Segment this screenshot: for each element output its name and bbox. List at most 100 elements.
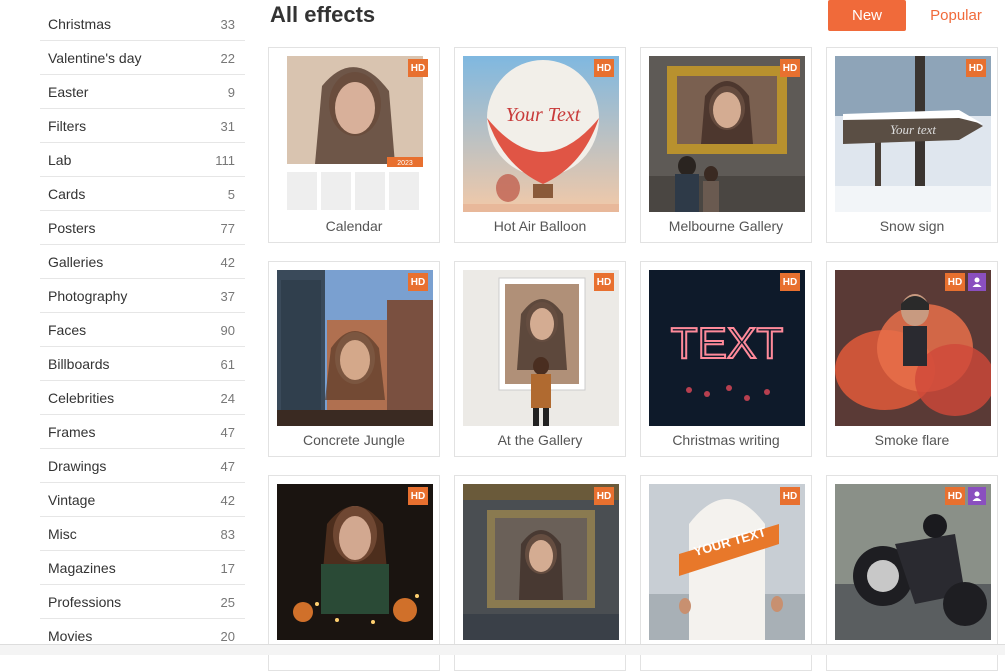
category-item[interactable]: Filters 31 [40, 110, 245, 143]
category-label: Christmas [48, 16, 112, 32]
sort-popular-button[interactable]: Popular [918, 0, 994, 31]
effect-thumbnail [835, 484, 991, 640]
category-label: Vintage [48, 492, 96, 508]
category-count: 77 [220, 220, 235, 236]
category-label: Valentine's day [48, 50, 142, 66]
balloon-text: Your Text [506, 104, 581, 126]
category-label: Easter [48, 84, 89, 100]
category-count: 47 [220, 458, 235, 474]
category-item[interactable]: Easter 9 [40, 76, 245, 109]
category-count: 42 [220, 492, 235, 508]
bottom-scroll-edge [0, 644, 1005, 655]
effect-card-calendar[interactable]: 2023 HD Calendar [268, 47, 440, 243]
category-item[interactable]: Frames 47 [40, 416, 245, 449]
hd-badge: HD [594, 59, 614, 77]
category-count: 83 [220, 526, 235, 542]
effect-thumbnail [463, 484, 619, 640]
user-icon [968, 487, 986, 505]
effect-label: Snow sign [879, 218, 945, 234]
category-item[interactable]: Magazines 17 [40, 552, 245, 585]
hd-badge: HD [945, 487, 965, 505]
effect-thumbnail: Your text [835, 56, 991, 212]
category-item[interactable]: Celebrities 24 [40, 382, 245, 415]
category-label: Drawings [48, 458, 107, 474]
category-label: Posters [48, 220, 96, 236]
effect-card-smoke-flare[interactable]: HD Smoke flare [826, 261, 998, 457]
effect-thumbnail: YOUR TEXT [649, 484, 805, 640]
effect-card-museum-frame[interactable]: HD [454, 475, 626, 671]
category-item[interactable]: Misc 83 [40, 518, 245, 551]
category-count: 31 [220, 118, 235, 134]
category-item[interactable]: Faces 90 [40, 314, 245, 347]
effect-label: Melbourne Gallery [668, 218, 784, 234]
hd-badge: HD [594, 273, 614, 291]
category-item[interactable]: Vintage 42 [40, 484, 245, 517]
category-label: Galleries [48, 254, 104, 270]
category-label: Celebrities [48, 390, 115, 406]
hd-badge: HD [408, 487, 428, 505]
category-item[interactable]: Drawings 47 [40, 450, 245, 483]
effect-card-at-the-gallery[interactable]: HD At the Gallery [454, 261, 626, 457]
user-icon [968, 273, 986, 291]
category-item[interactable]: Professions 25 [40, 586, 245, 619]
effect-card-hot-air-balloon[interactable]: Your Text HD Hot Air Balloon [454, 47, 626, 243]
effect-thumbnail: TEXT [649, 270, 805, 426]
calendar-year-text: 2023 [397, 160, 413, 167]
category-label: Cards [48, 186, 86, 202]
effect-card-melbourne-gallery[interactable]: HD Melbourne Gallery [640, 47, 812, 243]
effect-thumbnail [649, 56, 805, 212]
effect-card-snow-sign[interactable]: Your text HD Snow sign [826, 47, 998, 243]
effect-label: Concrete Jungle [303, 432, 405, 448]
category-label: Frames [48, 424, 96, 440]
category-label: Misc [48, 526, 77, 542]
category-count: 37 [220, 288, 235, 304]
effect-label: Calendar [325, 218, 383, 234]
effect-thumbnail [835, 270, 991, 426]
effect-card-concrete-jungle[interactable]: HD Concrete Jungle [268, 261, 440, 457]
category-label: Professions [48, 594, 122, 610]
effect-card-candles[interactable]: HD [268, 475, 440, 671]
category-count: 17 [220, 560, 235, 576]
category-sidebar: Christmas 33 Valentine's day 22 Easter 9 Filte… [40, 8, 245, 654]
effect-card-surfboard[interactable]: YOUR TEXT HD [640, 475, 812, 671]
category-count: 90 [220, 322, 235, 338]
category-count: 20 [220, 628, 235, 644]
category-item[interactable]: Christmas 33 [40, 8, 245, 41]
sign-text: Your text [890, 122, 936, 137]
category-item[interactable]: Galleries 42 [40, 246, 245, 279]
category-item[interactable]: Cards 5 [40, 178, 245, 211]
effect-thumbnail [463, 270, 619, 426]
effect-thumbnail: Your Text [463, 56, 619, 212]
page-title: All effects [270, 2, 376, 27]
sort-new-button[interactable]: New [828, 0, 906, 31]
effect-thumbnail [277, 484, 433, 640]
category-label: Faces [48, 322, 87, 338]
category-count: 5 [227, 186, 235, 202]
category-item[interactable]: Posters 77 [40, 212, 245, 245]
effect-label: Christmas writing [672, 432, 780, 448]
category-count: 111 [215, 152, 235, 168]
effect-card-motorcycle[interactable]: HD [826, 475, 998, 671]
hd-badge: HD [408, 273, 428, 291]
category-label: Movies [48, 628, 93, 644]
category-count: 24 [220, 390, 235, 406]
category-count: 42 [220, 254, 235, 270]
category-count: 47 [220, 424, 235, 440]
category-item[interactable]: Photography 37 [40, 280, 245, 313]
effect-label: At the Gallery [497, 432, 583, 448]
category-item[interactable]: Billboards 61 [40, 348, 245, 381]
effect-card-christmas-writing[interactable]: TEXT HD Christmas writing [640, 261, 812, 457]
category-item[interactable]: Valentine's day 22 [40, 42, 245, 75]
category-label: Billboards [48, 356, 110, 372]
category-label: Filters [48, 118, 87, 134]
category-count: 61 [220, 356, 235, 372]
hd-badge: HD [780, 273, 800, 291]
hd-badge: HD [780, 59, 800, 77]
hd-badge: HD [408, 59, 428, 77]
category-count: 9 [227, 84, 235, 100]
category-count: 25 [220, 594, 235, 610]
hd-badge: HD [780, 487, 800, 505]
light-text: TEXT [671, 319, 783, 368]
category-item[interactable]: Lab 111 [40, 144, 245, 177]
effect-thumbnail [277, 270, 433, 426]
